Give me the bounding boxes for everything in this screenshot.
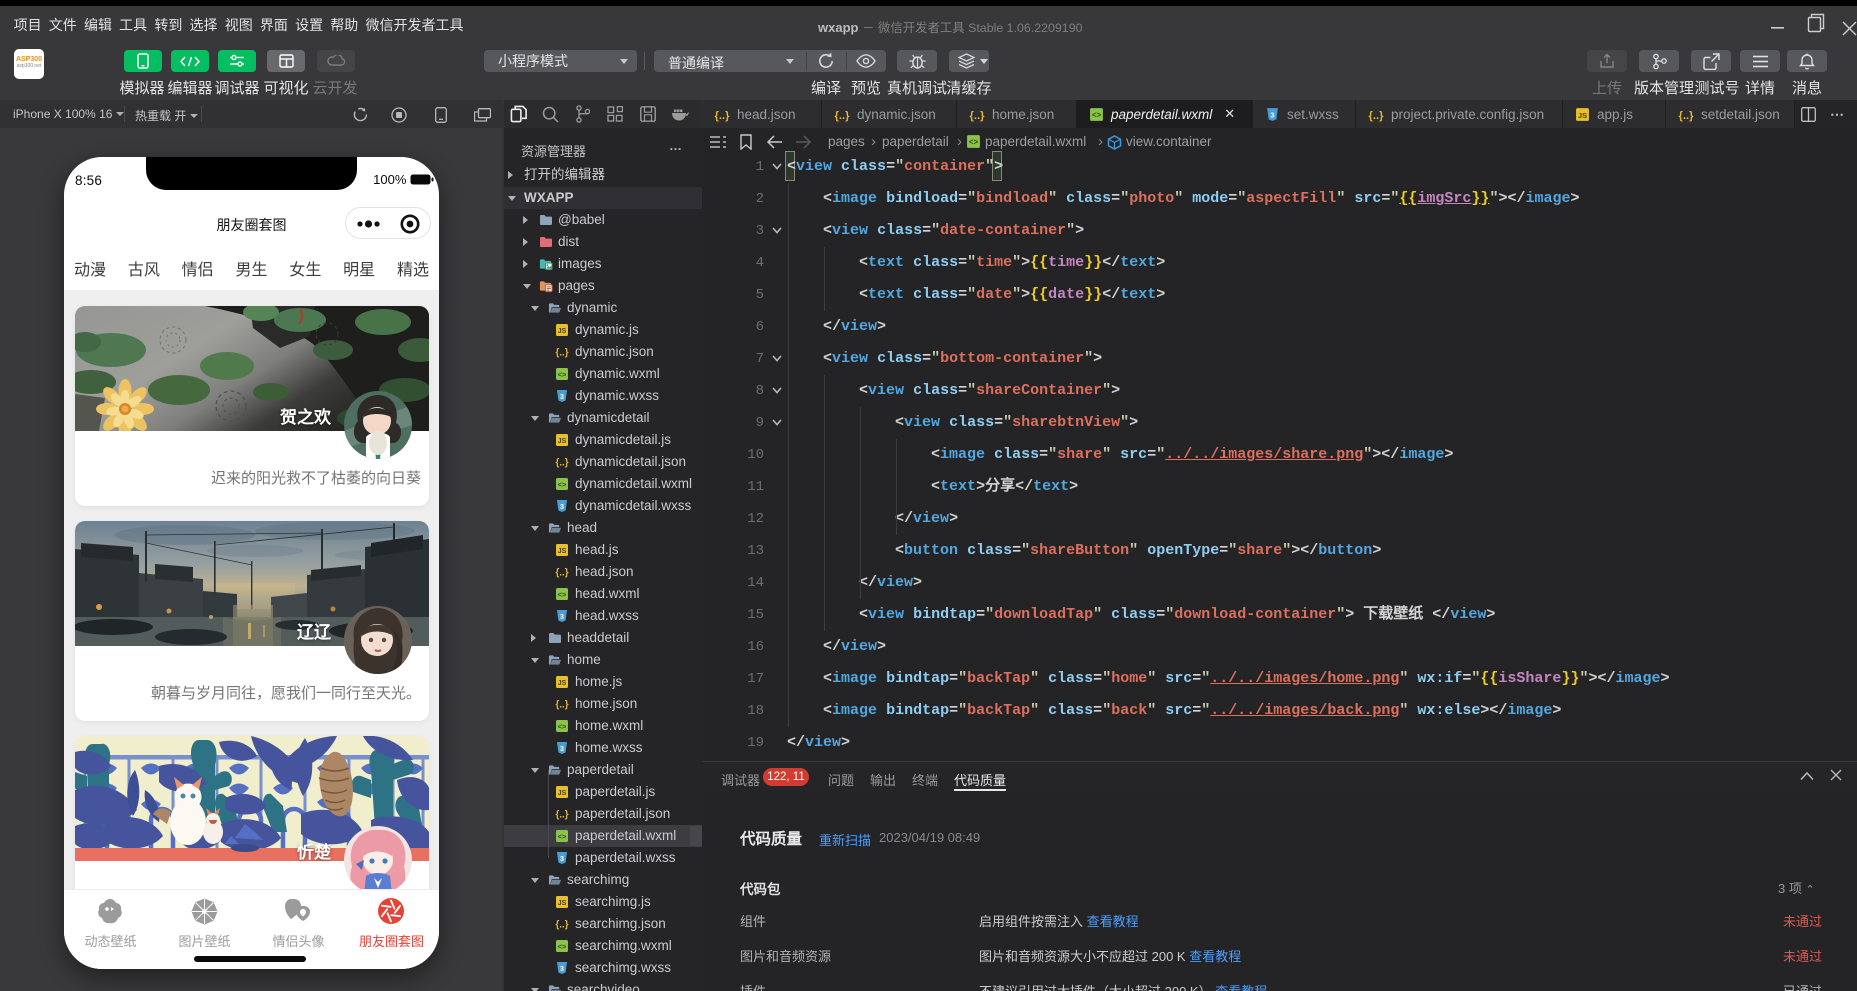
svg-text:JS: JS [1578, 110, 1587, 119]
svg-text:3: 3 [560, 504, 564, 511]
svg-text:3: 3 [560, 746, 564, 753]
svg-text:{..}: {..} [1369, 109, 1384, 121]
svg-text:{..}: {..} [715, 109, 730, 121]
svg-text:<>: <> [969, 138, 979, 147]
svg-text:3: 3 [560, 856, 564, 863]
svg-text:<>: <> [558, 590, 567, 599]
svg-text:{..}: {..} [835, 109, 850, 121]
svg-text:{..}: {..} [555, 568, 568, 579]
svg-text:3: 3 [560, 394, 564, 401]
svg-text:<>: <> [558, 370, 567, 379]
svg-text:3: 3 [1270, 110, 1274, 119]
svg-text:JS: JS [558, 680, 567, 687]
svg-text:JS: JS [558, 328, 567, 335]
svg-text:3: 3 [560, 966, 564, 973]
svg-text:{..}: {..} [555, 810, 568, 821]
svg-text:<>: <> [558, 942, 567, 951]
svg-text:{..}: {..} [555, 348, 568, 359]
svg-text:JS: JS [558, 548, 567, 555]
svg-text:{..}: {..} [555, 920, 568, 931]
svg-text:JS: JS [558, 438, 567, 445]
svg-text:JS: JS [558, 900, 567, 907]
svg-text:<>: <> [558, 722, 567, 731]
svg-text:3: 3 [560, 614, 564, 621]
svg-text:<>: <> [1092, 110, 1102, 119]
svg-text:<>: <> [558, 832, 567, 841]
svg-text:{..}: {..} [1679, 109, 1694, 121]
svg-text:{..}: {..} [555, 700, 568, 711]
svg-text:<>: <> [558, 480, 567, 489]
svg-text:{..}: {..} [555, 458, 568, 469]
svg-text:{..}: {..} [970, 109, 985, 121]
svg-text:JS: JS [558, 790, 567, 797]
